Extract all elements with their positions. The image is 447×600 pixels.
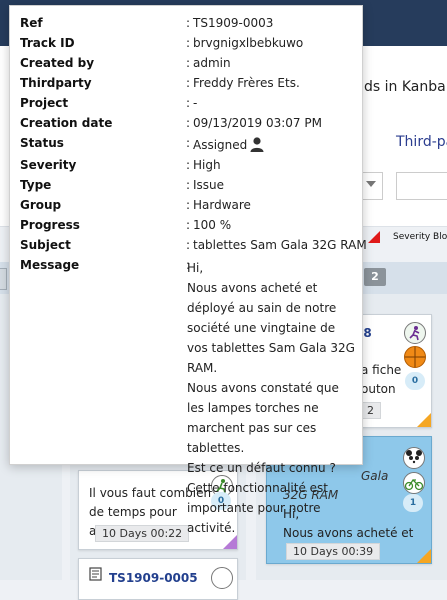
field-label: Type <box>20 178 52 192</box>
avatar[interactable] <box>211 567 233 589</box>
field-colon: : <box>186 56 191 70</box>
status-text: Assigned <box>193 138 248 152</box>
field-label: Progress <box>20 218 80 232</box>
field-label: Message <box>20 258 80 272</box>
severity-flag-icon <box>368 231 380 243</box>
bike-avatar-icon[interactable] <box>403 472 425 494</box>
field-value: - <box>193 96 198 110</box>
field-value: Assigned <box>193 137 264 155</box>
chevron-down-icon[interactable] <box>366 181 376 187</box>
ticket-icon <box>89 567 102 584</box>
ticket-card[interactable]: TS1909-0005 <box>78 558 238 600</box>
field-value: admin <box>193 56 231 70</box>
field-value: 100 % <box>193 218 232 232</box>
field-colon: : <box>186 36 191 50</box>
field-value: Issue <box>193 178 225 192</box>
field-colon: : <box>186 178 191 192</box>
field-colon: : <box>186 198 191 212</box>
comment-count[interactable]: 1 <box>403 494 423 512</box>
field-value: Freddy Frères Ets. <box>193 76 300 90</box>
field-colon: : <box>186 158 191 172</box>
message-paragraph: Nous avons constaté que les lampes torch… <box>187 381 339 455</box>
field-value: High <box>193 158 221 172</box>
field-label: Severity <box>20 158 77 172</box>
severity-corner <box>417 413 431 427</box>
field-value: Hardware <box>193 198 251 212</box>
field-label: Status <box>20 136 64 150</box>
comment-count[interactable]: 0 <box>405 372 425 390</box>
field-colon: : <box>186 76 191 90</box>
field-label: Created by <box>20 56 95 70</box>
panda-avatar-icon[interactable] <box>403 447 425 469</box>
field-label: Project <box>20 96 69 110</box>
field-colon: : <box>186 116 191 130</box>
field-label: Subject <box>20 238 71 252</box>
field-value: 09/13/2019 03:07 PM <box>193 116 322 130</box>
runner-avatar-icon[interactable] <box>404 322 426 344</box>
field-colon: : <box>186 238 191 252</box>
message-body: Hi, Nous avons acheté et déployé au sain… <box>187 258 355 538</box>
field-colon: : <box>186 16 191 30</box>
field-value: TS1909-0003 <box>193 16 274 30</box>
card-duration: 10 Days 00:22 <box>95 525 190 542</box>
message-paragraph: Cette fonctionnalité est importante pour… <box>187 481 328 535</box>
field-label: Thirdparty <box>20 76 92 90</box>
filter-input[interactable] <box>396 172 447 200</box>
column-collapse-handle[interactable] <box>0 268 7 290</box>
field-value: brvgnigxlbebkuwo <box>193 36 304 50</box>
message-paragraph: Nous avons acheté et déployé au sain de … <box>187 281 355 375</box>
severity-corner <box>417 549 431 563</box>
tab-third-party[interactable]: Third-pa <box>396 134 447 150</box>
field-value: tablettes Sam Gala 32G RAM <box>193 238 367 252</box>
field-colon: : <box>186 96 191 110</box>
card-duration: 2 <box>360 402 381 419</box>
field-label: Group <box>20 198 62 212</box>
card-duration: 10 Days 00:39 <box>286 543 381 560</box>
message-paragraph: Hi, <box>187 261 204 275</box>
field-label: Creation date <box>20 116 113 130</box>
field-label: Ref <box>20 16 43 30</box>
header-text: ds in Kanban <box>364 79 447 95</box>
field-colon: : <box>186 218 191 232</box>
severity-legend: Severity Blo <box>393 232 447 242</box>
field-label: Track ID <box>20 36 75 50</box>
card-ref[interactable]: TS1909-0005 <box>109 571 198 585</box>
column-count-badge: 2 <box>364 268 386 286</box>
basketball-avatar-icon[interactable] <box>404 346 426 368</box>
user-icon <box>250 137 264 155</box>
ticket-tooltip: Ref : TS1909-0003 Track ID : brvgnigxlbe… <box>9 5 367 535</box>
message-paragraph: Est ce un défaut connu ? <box>187 461 336 475</box>
field-colon: : <box>186 136 191 150</box>
